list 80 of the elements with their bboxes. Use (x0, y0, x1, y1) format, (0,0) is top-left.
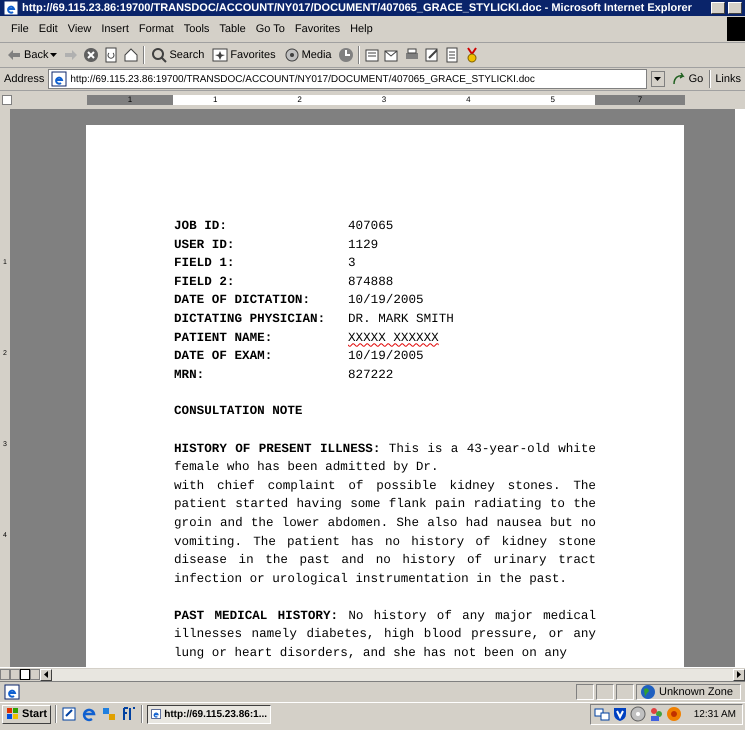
network-icon[interactable] (101, 706, 118, 722)
stop-icon[interactable] (83, 47, 100, 63)
window-title: http://69.115.23.86:19700/TRANSDOC/ACCOUNT/NY017/DOCUMENT/407065_GRACE_STYLICKI.doc - Microsoft Internet Explorer (22, 2, 693, 14)
status-pane (596, 684, 614, 700)
taskbar-window-button[interactable]: http://69.115.23.86:1... (147, 704, 272, 724)
menu-item[interactable]: Go To (250, 23, 290, 35)
address-field[interactable]: http://69.115.23.86:19700/TRANSDOC/ACCOUNT/NY017/DOCUMENT/407065_GRACE_STYLICKI.doc (48, 69, 647, 89)
menu-item[interactable]: View (62, 23, 96, 35)
field-value: 3 (348, 256, 356, 270)
right-arrow-icon (737, 671, 741, 678)
field-value: DR. MARK SMITH (348, 312, 454, 326)
desktop-icon[interactable] (61, 706, 78, 722)
paragraph: PAST MEDICAL HISTORY: No history of any major medical illnesses namely diabetes, high blood pressure, or any lung or heart disorders, and she has not been on any (174, 608, 596, 662)
minimize-button[interactable] (711, 2, 725, 14)
media-icon (284, 47, 300, 63)
zone-label: Unknown Zone (659, 686, 733, 698)
page-icon (51, 71, 68, 87)
field-label: FIELD 2: (174, 274, 236, 291)
paragraph: HISTORY OF PRESENT ILLNESS: This is a 43-year-old white female who has been admitted by Dr. with chief complaint of possible kidney stones. The patient started having some flank pain radiating to the groin and the lower abdomen. She also had nausea but no vomiting. The patient has no history of kidney stone disease in the past and no history of urinary tract infection or urological instrumentation in the past. (174, 440, 596, 588)
status-pane (576, 684, 594, 700)
field-label: USER ID: (174, 236, 236, 254)
menu-item[interactable]: File (6, 23, 34, 35)
links-label[interactable]: Links (715, 73, 741, 85)
tab-stop-selector[interactable] (2, 95, 12, 105)
menu-item[interactable]: Favorites (290, 23, 346, 35)
browser-icon[interactable] (81, 706, 98, 722)
edit-icon[interactable] (424, 47, 440, 63)
field-value: 874888 (348, 274, 394, 289)
favorites-button[interactable]: Favorites (210, 47, 278, 63)
flower-icon[interactable] (666, 706, 682, 722)
menu-item[interactable]: Help (345, 23, 378, 35)
view-button[interactable] (20, 669, 30, 680)
field-label: DATE OF DICTATION: (174, 292, 312, 310)
page-icon (4, 684, 20, 700)
menu-item[interactable]: Table (214, 23, 251, 35)
status-pane (616, 684, 634, 700)
network-tray-icon[interactable] (594, 706, 610, 722)
scroll-left-button[interactable] (40, 668, 52, 680)
field-label: FIELD 1: (174, 255, 236, 272)
home-icon[interactable] (123, 47, 140, 63)
windows-logo-icon (6, 707, 20, 721)
field-value: XXXXX XXXXXX (348, 330, 439, 345)
search-button[interactable]: Search (149, 47, 206, 63)
caret-icon (50, 53, 58, 57)
disc-icon[interactable] (630, 706, 646, 722)
menu-item[interactable]: Tools (178, 23, 214, 35)
clock: 12:31 AM (694, 708, 736, 720)
left-arrow-icon (44, 671, 48, 678)
field-label: PATIENT NAME: (174, 330, 274, 347)
menu-item[interactable]: Edit (34, 23, 63, 35)
field-label: MRN: (174, 366, 206, 384)
menu-item[interactable]: Insert (96, 23, 134, 35)
field-value: 10/19/2005 (348, 293, 424, 308)
media-button[interactable]: Media (282, 47, 334, 63)
globe-icon (640, 684, 656, 700)
field-label: DICTATING PHYSICIAN: (174, 310, 326, 328)
refresh-icon[interactable] (103, 47, 120, 63)
field-value: 407065 (348, 219, 394, 233)
back-button[interactable]: Back (4, 47, 60, 63)
shield-icon[interactable] (612, 706, 628, 722)
arrow-icon (670, 71, 687, 87)
horizontal-scrollbar[interactable] (52, 668, 733, 680)
document-icon[interactable] (444, 47, 460, 63)
page-icon (151, 706, 162, 722)
horizontal-ruler: 1 1 2 3 4 5 7 (87, 95, 685, 105)
section-heading: CONSULTATION NOTE (174, 403, 304, 420)
vertical-scrollbar[interactable] (735, 109, 745, 667)
field-label: JOB ID: (174, 218, 228, 235)
history-icon[interactable] (338, 47, 354, 63)
scroll-right-button[interactable] (733, 668, 745, 680)
start-button[interactable]: Start (2, 704, 52, 724)
field-value: 10/19/2005 (348, 349, 424, 364)
restore-button[interactable] (728, 2, 742, 14)
go-button[interactable]: Go (668, 71, 706, 87)
menu-item[interactable]: Format (134, 23, 179, 35)
search-icon (151, 47, 168, 63)
field-label: DATE OF EXAM: (174, 348, 274, 366)
field-value: 827222 (348, 368, 394, 382)
field-value: 1129 (348, 238, 378, 252)
address-label: Address (4, 73, 44, 85)
